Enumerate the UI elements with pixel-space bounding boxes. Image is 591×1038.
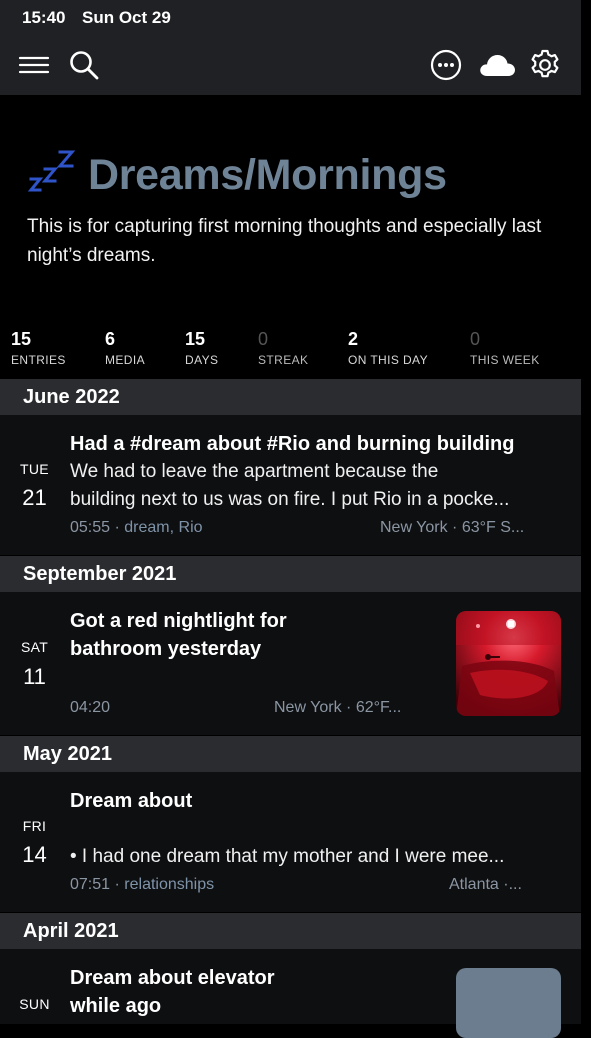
search-icon[interactable] <box>67 48 101 82</box>
entry-location-weather: New York · 62°F... <box>274 699 402 716</box>
stat-value: 6 <box>105 329 116 349</box>
stat-on-this-day[interactable]: 2 ON THIS DAY <box>348 329 428 367</box>
entry-day: 11 <box>23 664 46 689</box>
journal-title: Dreams/Mornings <box>88 151 447 199</box>
stat-value: 0 <box>258 329 269 349</box>
entry-weekday: SAT <box>20 639 49 655</box>
stat-value: 15 <box>185 329 206 349</box>
entry-row[interactable]: SUN Dream about elevator while ago <box>0 949 581 1038</box>
stat-label: DAYS <box>185 353 219 367</box>
section-header: April 2021 <box>0 913 581 949</box>
entry-title: Had a #dream about #Rio and burning buil… <box>70 433 515 455</box>
entry-tags[interactable]: dream, Rio <box>124 519 202 536</box>
entry-row[interactable]: TUE 21 Had a #dream about #Rio and burni… <box>0 415 581 555</box>
entry-time: 04:20 <box>70 699 111 716</box>
entry-body-line: building next to us was on fire. I put R… <box>70 489 510 510</box>
entry-title: Dream about <box>70 790 193 812</box>
entry-weekday: SUN <box>19 996 50 1012</box>
section-header: September 2021 <box>0 556 581 592</box>
cloud-sync-icon[interactable] <box>477 48 517 82</box>
settings-gear-icon[interactable] <box>528 48 562 82</box>
stat-value: 2 <box>348 329 359 349</box>
section-month: June 2022 <box>23 386 120 408</box>
status-date: Sun Oct 29 <box>82 8 171 27</box>
entry-title: Got a red nightlight for <box>70 610 287 632</box>
stat-this-week[interactable]: 0 THIS WEEK <box>470 329 540 367</box>
entry-time: 07:51 <box>70 876 111 893</box>
entry-location-weather: Atlanta ·... <box>449 876 522 893</box>
meta-separator: · <box>114 519 125 536</box>
entry-body-line: • I had one dream that my mother and I w… <box>70 846 505 867</box>
stat-label: MEDIA <box>105 353 146 367</box>
journal-stats: 15 ENTRIES 6 MEDIA 15 DAYS 0 STREAK 2 ON… <box>0 329 581 379</box>
entry-time: 05:55 <box>70 519 111 536</box>
stat-value: 15 <box>11 329 32 349</box>
entry-row[interactable]: FRI 14 Dream about • I had one dream tha… <box>0 772 581 912</box>
meta-separator: · <box>114 876 125 893</box>
stat-label: THIS WEEK <box>470 353 540 367</box>
stat-label: ENTRIES <box>11 353 66 367</box>
section-month: April 2021 <box>23 920 119 942</box>
journal-description: This is for capturing first morning thou… <box>27 216 542 266</box>
entry-meta: 05:55 · dream, Rio <box>70 519 203 537</box>
entry-title: bathroom yesterday <box>70 638 262 660</box>
entry-title: Dream about elevator <box>70 967 275 989</box>
section-month: September 2021 <box>23 563 177 585</box>
entry-photo-thumbnail[interactable] <box>456 611 561 716</box>
top-toolbar <box>0 36 581 95</box>
status-time: 15:40 <box>22 8 66 27</box>
entry-photo-thumbnail[interactable] <box>456 968 561 1038</box>
entry-location-weather: New York · 63°F S... <box>380 519 525 536</box>
entry-row[interactable]: SAT 11 Got a red nightlight for bathroom… <box>0 592 581 735</box>
stat-entries[interactable]: 15 ENTRIES <box>11 329 66 367</box>
hamburger-menu-icon[interactable] <box>17 48 51 82</box>
section-header: May 2021 <box>0 736 581 772</box>
stat-value: 0 <box>470 329 481 349</box>
stat-label: ON THIS DAY <box>348 353 428 367</box>
stat-streak[interactable]: 0 STREAK <box>258 329 308 367</box>
status-bar: 15:40 Sun Oct 29 <box>0 0 581 36</box>
section-month: May 2021 <box>23 743 112 765</box>
entry-weekday: FRI <box>22 818 47 834</box>
stat-days[interactable]: 15 DAYS <box>185 329 218 367</box>
entry-meta: 07:51 · relationships <box>70 876 214 894</box>
entry-day: 14 <box>22 842 47 867</box>
more-options-icon[interactable] <box>429 48 463 82</box>
scroll-rail <box>581 0 591 1024</box>
sleep-zzz-icon <box>28 150 76 192</box>
entry-title: while ago <box>70 995 162 1017</box>
entry-day: 21 <box>22 485 47 510</box>
entry-tags[interactable]: relationships <box>124 876 214 893</box>
entry-weekday: TUE <box>20 461 49 477</box>
entry-body-line: We had to leave the apartment because th… <box>70 461 439 482</box>
section-header: June 2022 <box>0 379 581 415</box>
stat-label: STREAK <box>258 353 309 367</box>
stat-media[interactable]: 6 MEDIA <box>105 329 145 367</box>
